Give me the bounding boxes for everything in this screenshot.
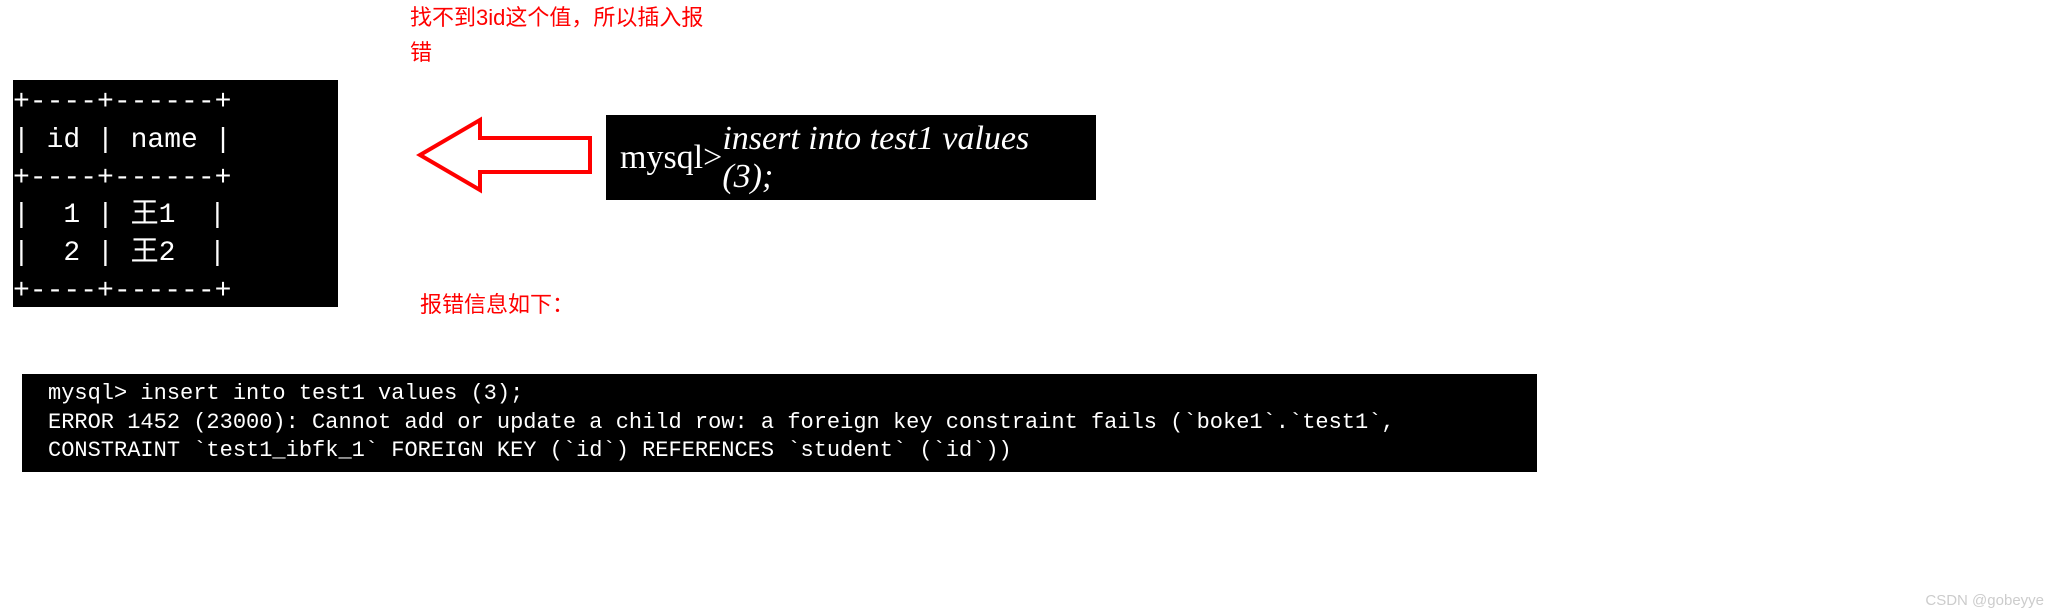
arrow-left-icon <box>415 110 595 200</box>
watermark: CSDN @gobeyye <box>1925 592 2044 609</box>
tbl-row2: | 2 | 王2 | <box>13 238 226 269</box>
command-prompt: mysql> <box>620 139 722 177</box>
annotation-top-line1: 找不到3id这个值，所以插入报 <box>410 5 703 30</box>
mysql-error-output: mysql> insert into test1 values (3); ERR… <box>22 374 1537 472</box>
mysql-table-output: +----+------+ | id | name | +----+------… <box>13 80 338 307</box>
tbl-border-bot: +----+------+ <box>13 276 231 307</box>
annotation-top: 找不到3id这个值，所以插入报 错 <box>410 0 740 70</box>
command-sql: insert into test1 values (3); <box>722 120 1082 196</box>
mysql-command: mysql> insert into test1 values (3); <box>606 115 1096 200</box>
tbl-border-top: +----+------+ <box>13 87 231 118</box>
tbl-row1: | 1 | 王1 | <box>13 200 226 231</box>
annotation-top-line2: 错 <box>410 40 432 65</box>
annotation-mid: 报错信息如下： <box>420 287 574 322</box>
tbl-border-mid: +----+------+ <box>13 163 231 194</box>
tbl-header: | id | name | <box>13 125 231 156</box>
